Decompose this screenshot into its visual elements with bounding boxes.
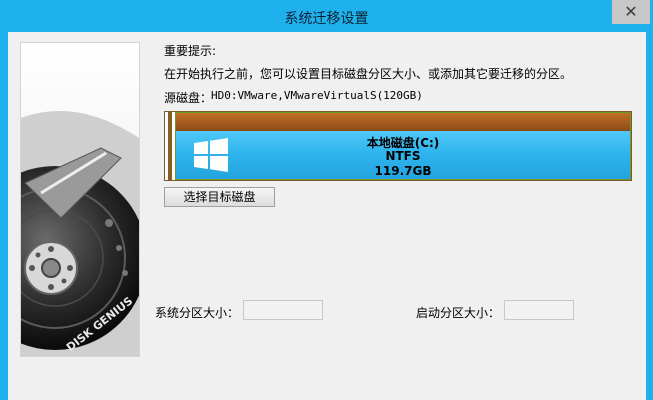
migration-settings-window: 系统迁移设置 ✕ DISK GENIUS 重要提示: 在开始执行之前，您可以设置… [0,0,653,400]
select-target-disk-button[interactable]: 选择目标磁盘 [164,187,275,207]
window-title: 系统迁移设置 [284,11,369,27]
source-disk-value: HD0:VMware,VMwareVirtualS(120GB) [211,89,423,102]
partition-filesystem: NTFS [385,149,421,163]
disk-map[interactable]: 本地磁盘(C:) NTFS 119.7GB [164,111,632,181]
title-bar[interactable]: 系统迁移设置 ✕ [0,0,653,32]
partition-usage-bar [176,113,630,131]
boot-partition-size-label: 启动分区大小： [416,306,501,320]
partition-size: 119.7GB [374,164,432,178]
disk-map-left-bar [168,112,172,180]
hard-disk-illustration: DISK GENIUS [21,43,139,356]
partition-c[interactable]: 本地磁盘(C:) NTFS 119.7GB [175,112,631,180]
source-disk-label: 源磁盘： [164,91,213,105]
close-button[interactable]: ✕ [612,0,650,24]
dialog-body: DISK GENIUS 重要提示: 在开始执行之前，您可以设置目标磁盘分区大小、… [8,32,646,400]
sidebar-image: DISK GENIUS [20,42,140,357]
notice-text: 在开始执行之前，您可以设置目标磁盘分区大小、或添加其它要迁移的分区。 [164,67,573,81]
notice-title: 重要提示: [164,44,217,58]
boot-partition-size-field[interactable] [504,300,574,320]
close-icon: ✕ [624,2,638,21]
system-partition-size-label: 系统分区大小： [155,306,240,320]
system-partition-size-field[interactable] [243,300,323,320]
